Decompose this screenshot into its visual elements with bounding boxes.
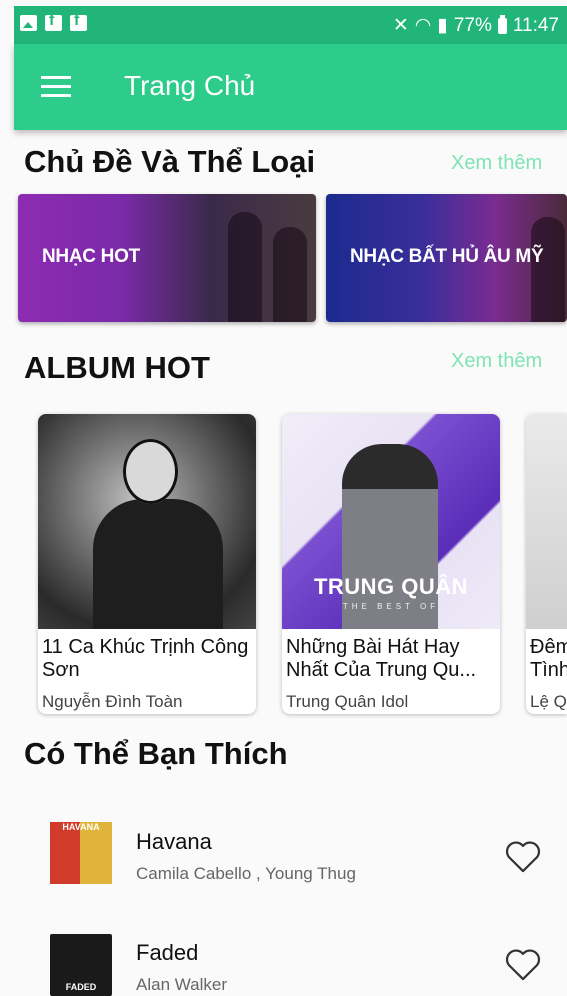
heart-outline-icon[interactable] <box>504 946 542 982</box>
thumb-text: HAVANA <box>62 822 100 832</box>
genre-label: NHẠC HOT <box>42 246 140 267</box>
heart-outline-icon[interactable] <box>504 838 542 874</box>
song-artist: Alan Walker <box>136 975 228 994</box>
album-title: 11 Ca Khúc Trịnh Công Sơn <box>42 636 249 681</box>
album-see-more-link[interactable]: Xem thêm <box>451 350 542 373</box>
song-thumbnail: HAVANA <box>50 822 112 884</box>
album-title: Những Bài Hát Hay Nhất Của Trung Qu... <box>286 636 477 681</box>
album-cover: TRUNG QUÂN THE BEST OF <box>282 414 500 629</box>
genre-card-us-uk-classics[interactable]: NHẠC BẤT HỦ ÂU MỸ <box>326 194 567 322</box>
album-cover <box>526 414 567 629</box>
genre-card-hot[interactable]: NHẠC HOT <box>18 194 316 322</box>
song-title: Faded <box>136 940 199 965</box>
album-card[interactable]: TRUNG QUÂN THE BEST OF Những Bài Hát Hay… <box>282 414 500 714</box>
genres-see-more-link[interactable]: Xem thêm <box>451 152 542 175</box>
album-cover <box>38 414 256 629</box>
cover-text: TRUNG QUÂN <box>313 574 469 599</box>
cover-subtext: THE BEST OF <box>342 602 440 611</box>
album-card[interactable]: 11 Ca Khúc Trịnh Công Sơn Nguyễn Đình To… <box>38 414 256 714</box>
song-row[interactable]: FADED Faded Alan Walker <box>0 0 567 996</box>
album-card[interactable]: Đêm Tình Lệ Q <box>526 414 567 714</box>
genres-section-title: Chủ Đề Và Thể Loại <box>24 144 316 179</box>
genre-label: NHẠC BẤT HỦ ÂU MỸ <box>350 246 544 267</box>
album-section-title: ALBUM HOT <box>24 350 210 385</box>
suggestions-section-title: Có Thể Bạn Thích <box>24 736 288 771</box>
song-thumbnail: FADED <box>50 934 112 996</box>
album-artist: Lệ Q <box>530 692 567 711</box>
album-artist: Trung Quân Idol <box>286 692 409 711</box>
album-title: Đêm Tình <box>530 636 567 681</box>
album-artist: Nguyễn Đình Toàn <box>42 692 183 711</box>
song-title: Havana <box>136 829 212 854</box>
song-artist: Camila Cabello , Young Thug <box>136 864 356 883</box>
